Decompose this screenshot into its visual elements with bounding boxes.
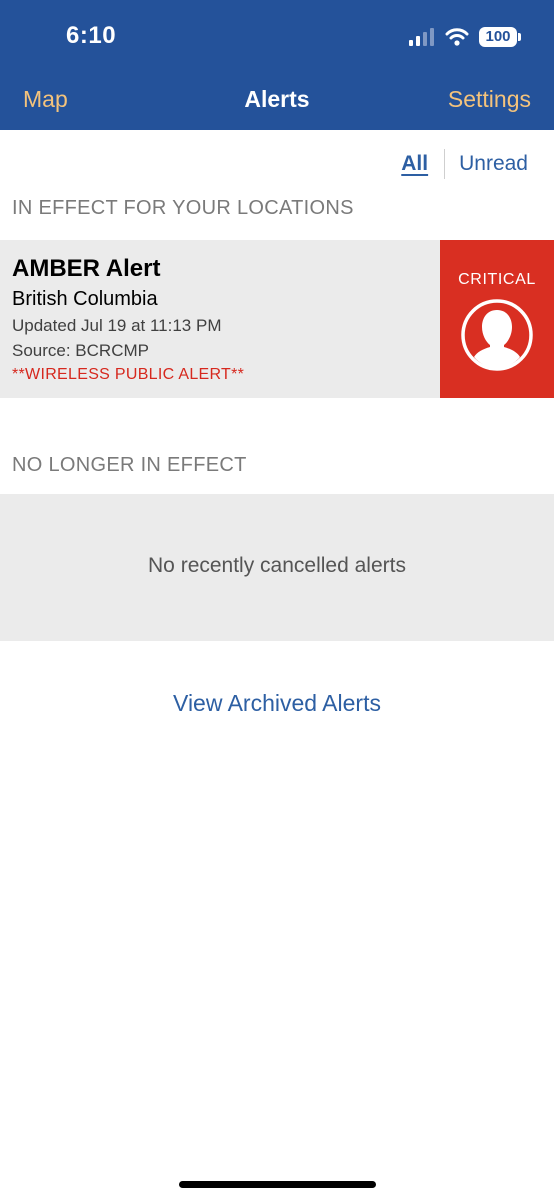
alerts-screen: 6:10 100 Map Alerts Settings All Unread … — [0, 0, 554, 1200]
wifi-icon — [445, 28, 469, 46]
section-title-no-longer: NO LONGER IN EFFECT — [12, 454, 247, 476]
alert-updated: Updated Jul 19 at 11:13 PM — [12, 316, 222, 335]
section-title-in-effect: IN EFFECT FOR YOUR LOCATIONS — [12, 197, 354, 219]
alert-region: British Columbia — [12, 288, 158, 310]
empty-message: No recently cancelled alerts — [148, 554, 406, 577]
alert-title: AMBER Alert — [12, 255, 161, 282]
battery-tip — [518, 33, 521, 41]
app-header: 6:10 100 Map Alerts Settings — [0, 0, 554, 130]
battery-level: 100 — [485, 28, 511, 45]
alert-filter: All Unread — [401, 149, 528, 179]
severity-label: CRITICAL — [458, 271, 536, 288]
battery-icon: 100 — [479, 27, 521, 47]
alert-wireless-label: **WIRELESS PUBLIC ALERT** — [12, 366, 245, 383]
view-archived-alerts-link[interactable]: View Archived Alerts — [0, 690, 554, 717]
alert-card[interactable]: AMBER Alert British Columbia Updated Jul… — [0, 240, 554, 398]
filter-divider — [444, 149, 446, 179]
alert-source: Source: BCRCMP — [12, 341, 149, 360]
status-icons: 100 — [409, 25, 521, 49]
filter-all-button[interactable]: All — [401, 152, 428, 176]
status-time: 6:10 — [66, 22, 117, 49]
severity-badge: CRITICAL — [440, 240, 554, 398]
home-indicator[interactable] — [179, 1181, 376, 1188]
cancelled-alerts-empty-state: No recently cancelled alerts — [0, 494, 554, 641]
filter-unread-button[interactable]: Unread — [459, 152, 528, 176]
person-icon — [461, 299, 533, 371]
signal-icon — [409, 28, 434, 46]
settings-button[interactable]: Settings — [448, 86, 531, 113]
